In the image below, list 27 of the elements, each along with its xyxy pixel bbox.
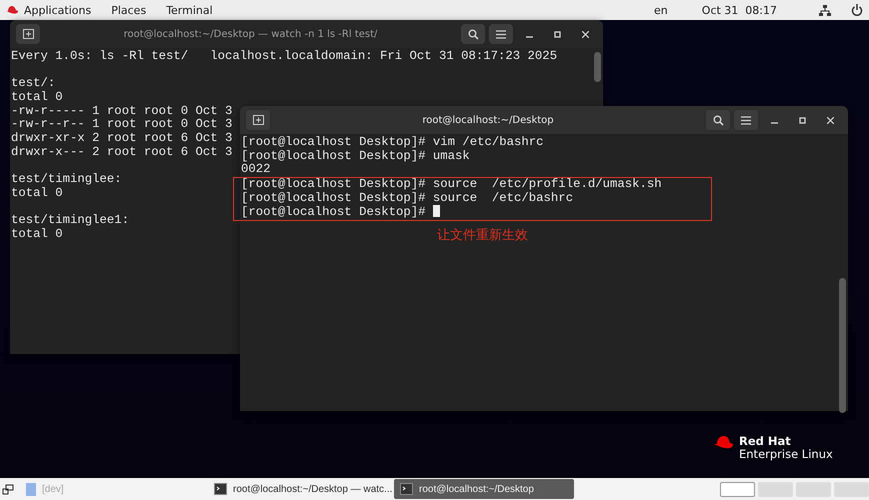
window-title: root@localhost:~/Desktop — watch -n 1 ls -Rl test/ [122,28,378,40]
terminal-line: [root@localhost Desktop]# vim /etc/bashrc [241,136,544,150]
taskbar-window-button[interactable]: root@localhost:~/Desktop [394,479,574,499]
terminal-line: -rw-r----- 1 root root 0 Oct 3 [11,104,232,118]
terminal-line: [root@localhost Desktop]# source /etc/profile.d/umask.sh [241,178,663,192]
terminal-line: [root@localhost Desktop]# source /etc/bashrc [241,192,574,206]
menu-item[interactable]: Terminal [166,4,213,16]
annotation-text: 让文件重新生效 [437,227,528,244]
terminal-line: test/: [11,77,56,91]
terminal-line: 0022 [241,163,271,178]
terminal-line: total 0 [11,228,63,242]
terminal-line: -rw-r--r-- 1 root root 0 Oct 3 [11,118,232,132]
menu-item[interactable]: Applications [24,4,92,16]
terminal-line: drwxr-x--- 2 root root 6 Oct 3 [11,146,232,160]
language-indicator[interactable]: en [654,4,668,16]
terminal-line: drwxr-xr-x 2 root root 6 Oct 3 [11,132,232,146]
terminal-line: total 0 [11,186,63,201]
terminal-line: [root@localhost Desktop]# umask [241,150,470,164]
logo-text: Red Hat Enterprise Linux [739,435,833,461]
terminal-line: [root@localhost Desktop]# [241,205,711,220]
terminal-line: Every 1.0s: ls -Rl test/ localhost.localdomain: Fri Oct 31 08:17:23 2025 [11,50,558,64]
terminal-line: test/timinglee1: [11,214,130,228]
window-title: root@localhost:~/Desktop [421,114,555,126]
terminal-line: test/timinglee: [11,173,122,187]
terminal-line: total 0 [11,91,63,105]
clock[interactable]: Oct 31 08:17 [702,4,777,16]
menu-item[interactable]: Places [111,4,146,16]
